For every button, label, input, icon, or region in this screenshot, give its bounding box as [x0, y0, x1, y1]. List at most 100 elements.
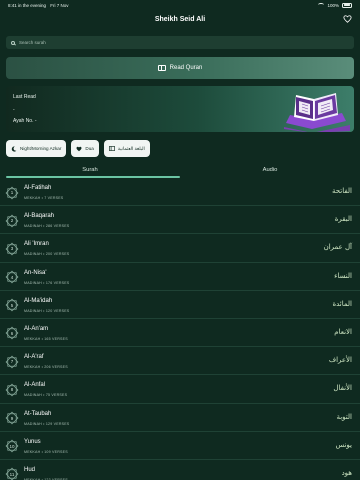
surah-name: Ali 'Imran: [24, 241, 49, 248]
search-placeholder: Search surah: [19, 40, 46, 45]
surah-arabic-name: يونس: [335, 440, 352, 449]
surah-number: 8: [10, 387, 14, 393]
read-quran-label: Read Quran: [169, 65, 203, 71]
surah-meta: MEKKAH • 206 VERSES: [24, 365, 68, 370]
surah-arabic-name: التوبة: [336, 412, 352, 421]
surah-list-item[interactable]: 4 An-Nisa' MADINAH • 176 VERSES النساء: [0, 263, 360, 291]
surah-meta: MADINAH • 120 VERSES: [24, 308, 70, 313]
surah-number: 2: [10, 218, 14, 224]
status-time: 8:41 in the evening: [8, 2, 47, 8]
status-left: 8:41 in the evening Fri 7 Nov: [8, 3, 69, 8]
surah-number-badge: 3: [5, 242, 19, 256]
surah-name: An-Nisa': [24, 269, 47, 276]
chip-label: Dua: [85, 146, 94, 151]
status-date: Fri 7 Nov: [50, 2, 69, 8]
surah-list-item[interactable]: 11 Hud MEKKAH • 123 VERSES هود: [0, 460, 360, 480]
battery-icon: [342, 2, 352, 8]
surah-name: Al-A'raf: [24, 354, 44, 361]
surah-list-item[interactable]: 7 Al-A'raf MEKKAH • 206 VERSES الأعراف: [0, 347, 360, 376]
surah-name: Yunus: [24, 438, 41, 445]
chip-label: البلغة العثمانية: [117, 145, 145, 151]
read-quran-button[interactable]: Read Quran: [6, 57, 354, 79]
book-icon: [108, 146, 115, 152]
surah-number-badge: 10: [5, 439, 19, 453]
surah-arabic-name: البقرة: [334, 215, 352, 224]
battery-percent: 100%: [327, 2, 339, 8]
surah-number: 4: [10, 274, 14, 280]
surah-number-badge: 4: [5, 270, 19, 284]
surah-name: Al-An'am: [24, 325, 49, 332]
wifi-icon: [318, 3, 325, 7]
surah-number: 11: [9, 471, 15, 477]
surah-arabic-name: آل عمران: [323, 243, 352, 252]
surah-list-item[interactable]: 2 Al-Baqarah MADINAH • 286 VERSES البقرة: [0, 206, 360, 235]
surah-number: 10: [9, 443, 15, 449]
surah-arabic-name: الأعراف: [328, 356, 352, 365]
tab-surah[interactable]: Surah: [0, 161, 180, 178]
surah-arabic-name: الأنفال: [333, 384, 352, 393]
surah-arabic-name: المائدة: [332, 299, 352, 308]
last-read-surah: -: [13, 107, 15, 113]
surah-number-badge: 2: [5, 214, 19, 228]
surah-number-badge: 11: [5, 467, 19, 480]
surah-meta: MEKKAH • 165 VERSES: [24, 336, 68, 341]
surah-list-item[interactable]: 3 Ali 'Imran MADINAH • 200 VERSES آل عمران: [0, 234, 360, 263]
surah-name: At-Taubah: [24, 410, 52, 417]
favorite-heart-button[interactable]: [341, 13, 353, 25]
surah-number: 6: [10, 330, 14, 336]
status-bar: 8:41 in the evening Fri 7 Nov 100%: [0, 0, 360, 10]
surah-list: 1 Al-Fatihah MEKKAH • 7 VERSES الفاتحة 2 Al-B…: [0, 178, 360, 480]
surah-list-item[interactable]: 6 Al-An'am MEKKAH • 165 VERSES الانعام: [0, 319, 360, 348]
surah-meta: MADINAH • 176 VERSES: [24, 280, 70, 285]
last-read-ayah: Ayah No. -: [13, 118, 37, 124]
surah-number-badge: 5: [5, 298, 19, 312]
surah-number: 5: [10, 302, 14, 308]
surah-number-badge: 9: [5, 411, 19, 425]
surah-meta: MADINAH • 129 VERSES: [24, 421, 70, 426]
surah-list-item[interactable]: 5 Al-Ma'idah MADINAH • 120 VERSES المائدة: [0, 291, 360, 319]
surah-meta: MEKKAH • 7 VERSES: [24, 196, 64, 200]
search-input[interactable]: Search surah: [6, 36, 354, 49]
heart-outline-icon: [342, 15, 352, 23]
surah-meta: MADINAH • 286 VERSES: [24, 224, 70, 229]
quick-links: Night/Morning Azkar Dua البلغة العثمانية: [6, 140, 150, 157]
moon-icon: [11, 146, 17, 152]
arabic-language-chip[interactable]: البلغة العثمانية: [103, 140, 150, 157]
surah-meta: MEKKAH • 109 VERSES: [24, 449, 68, 454]
status-right: 100%: [318, 2, 352, 8]
surah-number-badge: 7: [5, 355, 19, 369]
surah-name: Al-Baqarah: [24, 213, 55, 220]
surah-list-item[interactable]: 8 Al-Anfal MADINAH • 75 VERSES الأنفال: [0, 375, 360, 404]
dua-chip[interactable]: Dua: [71, 140, 99, 157]
surah-name: Al-Ma'idah: [24, 297, 53, 304]
surah-arabic-name: الانعام: [334, 327, 352, 336]
last-read-label: Last Read: [13, 94, 36, 100]
surah-number-badge: 6: [5, 326, 19, 340]
surah-name: Hud: [24, 466, 36, 473]
last-read-card[interactable]: Last Read - Ayah No. -: [6, 86, 354, 132]
surah-arabic-name: هود: [341, 468, 352, 477]
search-icon: [11, 40, 15, 45]
surah-arabic-name: النساء: [334, 271, 352, 280]
surah-number-badge: 8: [5, 383, 19, 397]
surah-list-item[interactable]: 1 Al-Fatihah MEKKAH • 7 VERSES الفاتحة: [0, 178, 360, 207]
app-header: Sheikh Seid Ali: [0, 10, 360, 28]
surah-number: 3: [10, 246, 14, 252]
page-title: Sheikh Seid Ali: [154, 15, 206, 23]
heart-icon: [76, 146, 82, 152]
surah-arabic-name: الفاتحة: [332, 187, 352, 195]
surah-number: 1: [10, 190, 14, 195]
surah-meta: MADINAH • 75 VERSES: [24, 393, 68, 398]
night-morning-azkar-chip[interactable]: Night/Morning Azkar: [6, 140, 67, 157]
tab-audio[interactable]: Audio: [180, 161, 360, 178]
surah-number: 7: [10, 359, 14, 365]
surah-number-badge: 1: [5, 186, 19, 200]
chip-label: Night/Morning Azkar: [20, 146, 62, 151]
surah-number: 9: [10, 415, 14, 421]
surah-list-item[interactable]: 9 At-Taubah MADINAH • 129 VERSES التوبة: [0, 404, 360, 432]
surah-list-item[interactable]: 10 Yunus MEKKAH • 109 VERSES يونس: [0, 432, 360, 460]
book-open-icon: [157, 65, 166, 71]
surah-name: Al-Fatihah: [24, 185, 52, 191]
tab-bar: Surah Audio: [0, 161, 360, 178]
surah-meta: MADINAH • 200 VERSES: [24, 252, 70, 257]
